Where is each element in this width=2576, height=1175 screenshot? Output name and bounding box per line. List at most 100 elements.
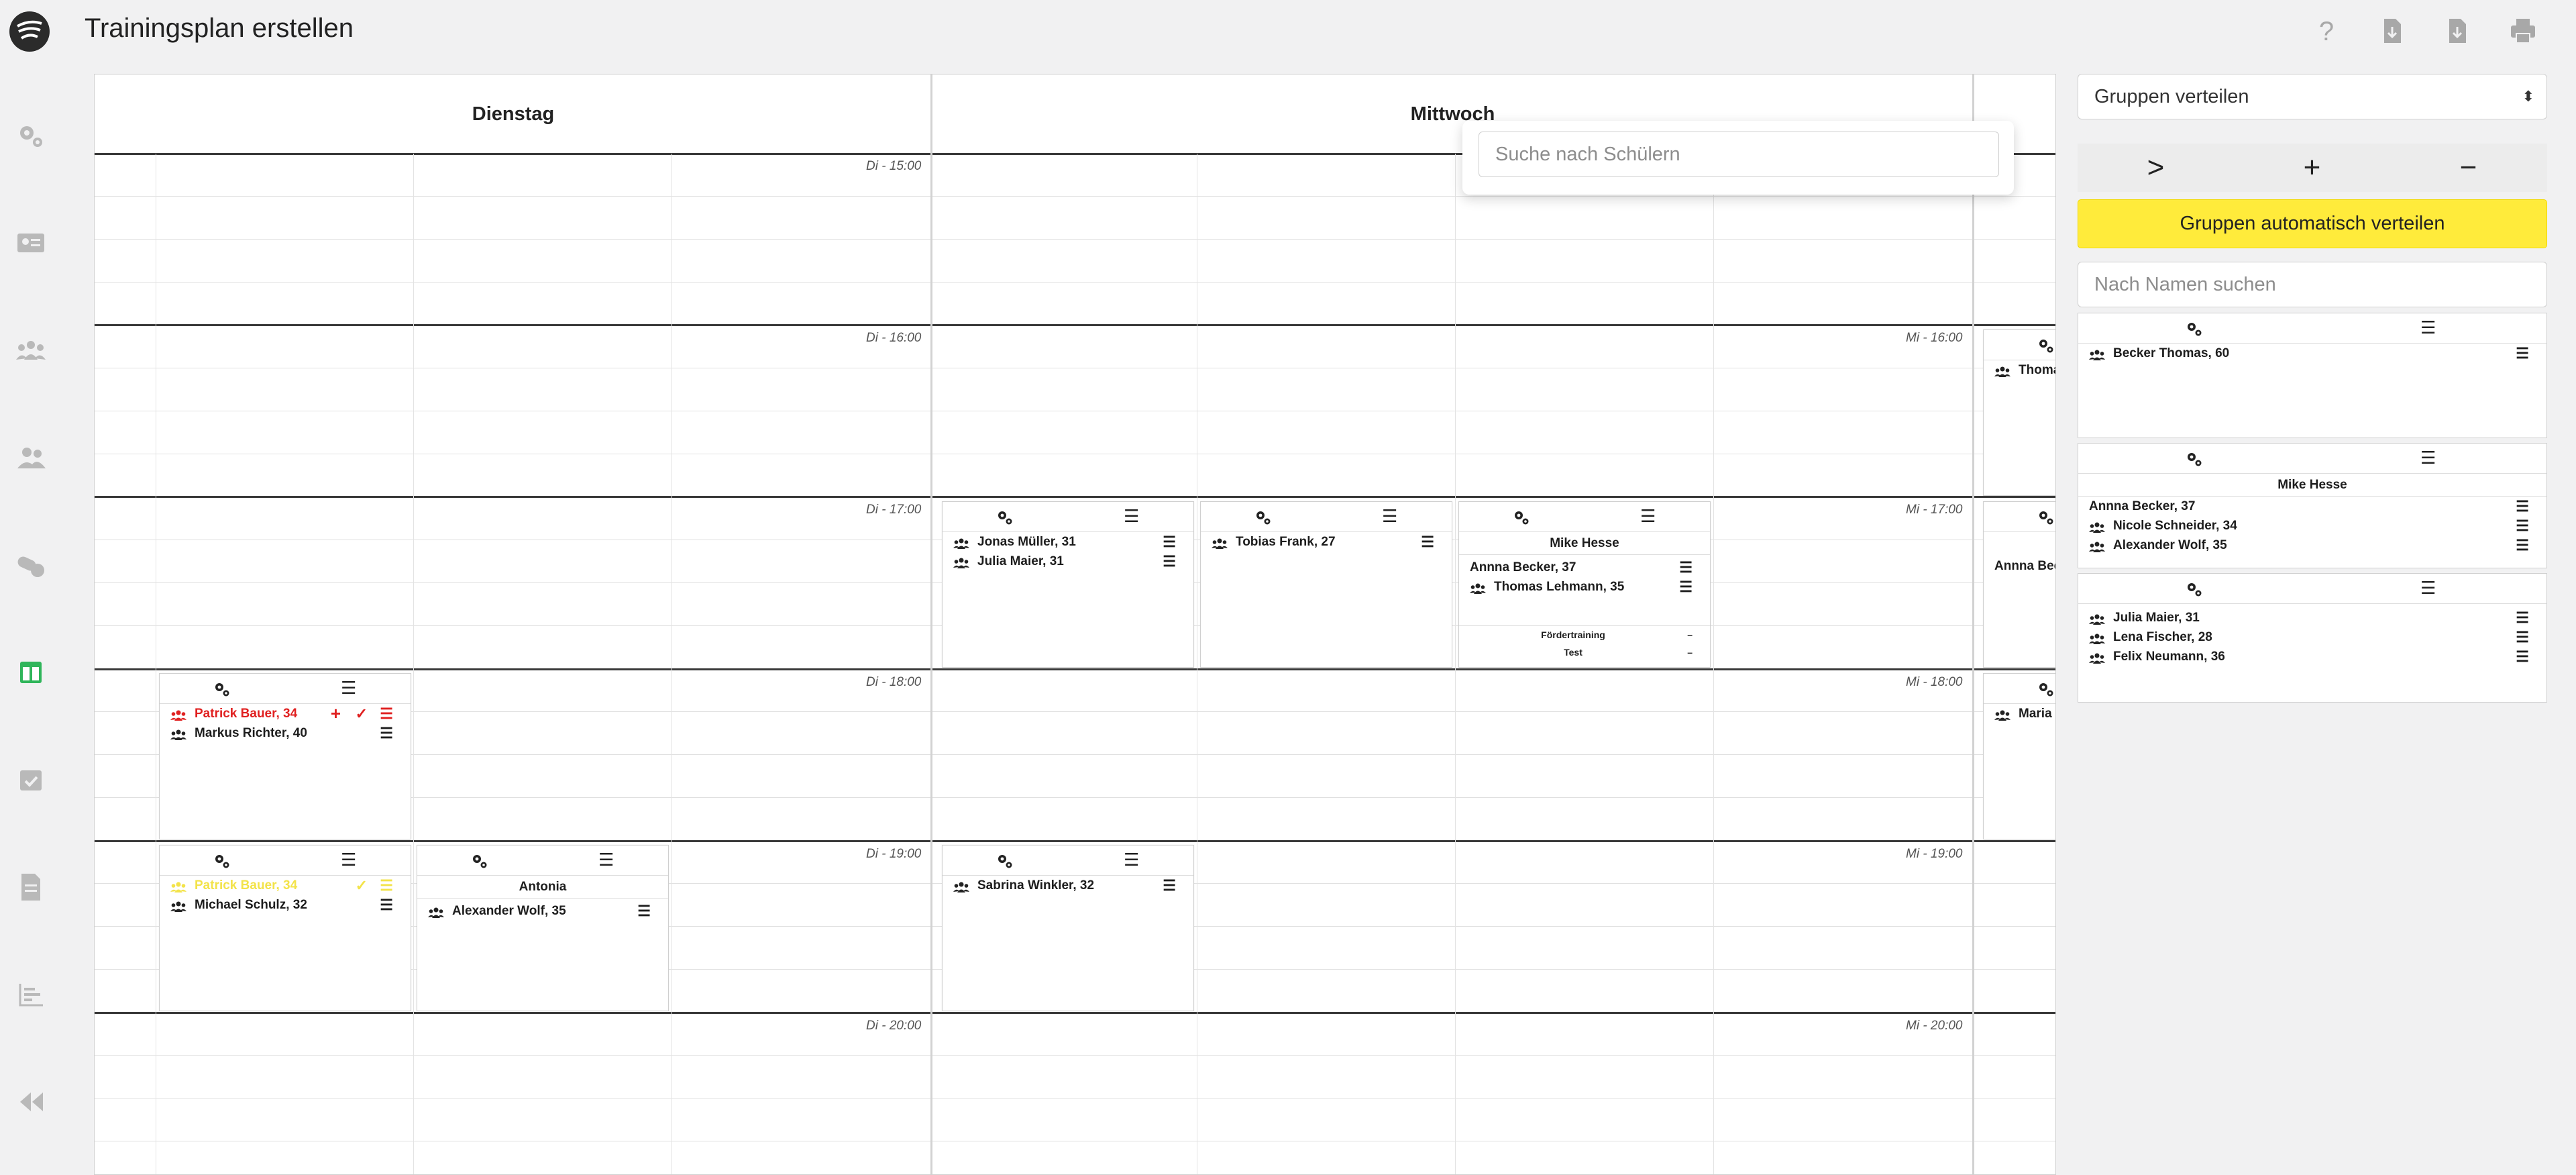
- student-row[interactable]: Julia Maier, 31 ☰: [2078, 608, 2546, 627]
- auto-distribute-button[interactable]: Gruppen automatisch verteilen: [2078, 199, 2547, 248]
- gears-icon[interactable]: [2037, 509, 2055, 526]
- student-row[interactable]: Becker Thomas, 60 ☰: [2078, 344, 2546, 363]
- student-row[interactable]: Markus Richter, 40 ☰: [160, 723, 411, 743]
- menu-icon[interactable]: ☰: [1421, 532, 1434, 552]
- extra-training-row[interactable]: Fördertraining –: [1459, 625, 1710, 644]
- student-row[interactable]: Annna Becker, 37 ☰: [2078, 497, 2546, 516]
- group-card[interactable]: ☰ Patrick Bauer, 34 + ✓ ☰ Markus Richter, 4…: [159, 673, 411, 839]
- gears-icon[interactable]: [2186, 450, 2203, 468]
- file-export-icon[interactable]: [2442, 16, 2473, 47]
- student-row[interactable]: Felix Neumann, 36 ☰: [2078, 647, 2546, 666]
- menu-icon[interactable]: ☰: [2516, 627, 2529, 647]
- group-card[interactable]: ☰ Sabrina Winkler, 32 ☰: [942, 845, 1194, 1011]
- student-row[interactable]: Alexander Wolf, 35 ☰: [2078, 535, 2546, 555]
- student-row[interactable]: Annna Bec: [1984, 556, 2055, 576]
- gears-icon[interactable]: [2186, 320, 2203, 338]
- student-row[interactable]: Jonas Müller, 31 ☰: [943, 532, 1193, 552]
- gears-icon[interactable]: [2037, 337, 2055, 354]
- student-row[interactable]: Tobias Frank, 27 ☰: [1201, 532, 1452, 552]
- app-logo[interactable]: [9, 11, 50, 52]
- file-download-icon[interactable]: [2377, 16, 2408, 47]
- student-row[interactable]: Julia Maier, 31 ☰: [943, 552, 1193, 571]
- unassigned-group-card[interactable]: ☰ Becker Thomas, 60 ☰: [2078, 313, 2547, 438]
- menu-icon[interactable]: ☰: [2420, 449, 2436, 466]
- gears-icon[interactable]: [213, 680, 231, 698]
- student-row[interactable]: Nicole Schneider, 34 ☰: [2078, 516, 2546, 535]
- gears-icon[interactable]: [996, 509, 1014, 526]
- student-row[interactable]: Maria: [1984, 704, 2055, 723]
- name-search-input[interactable]: [2078, 262, 2547, 307]
- menu-icon[interactable]: ☰: [1679, 577, 1693, 597]
- menu-icon[interactable]: ☰: [380, 876, 393, 895]
- group-card-clipped[interactable]: Maria: [1983, 673, 2055, 839]
- document-icon[interactable]: [15, 871, 47, 903]
- menu-icon[interactable]: ☰: [380, 723, 393, 743]
- group-card-clipped[interactable]: Thoma: [1983, 329, 2055, 496]
- add-icon[interactable]: +: [331, 704, 341, 723]
- menu-icon[interactable]: ☰: [1124, 507, 1139, 525]
- calendar-check-icon[interactable]: [15, 764, 47, 796]
- group-card[interactable]: ☰ Tobias Frank, 27 ☰: [1200, 501, 1452, 668]
- group-card[interactable]: ☰ Patrick Bauer, 34 ✓ ☰ Michael Schulz, 32…: [159, 845, 411, 1011]
- menu-icon[interactable]: ☰: [380, 704, 393, 723]
- menu-icon[interactable]: ☰: [1163, 532, 1176, 552]
- student-row[interactable]: Alexander Wolf, 35 ☰: [417, 901, 668, 921]
- bar-chart-icon[interactable]: [15, 978, 47, 1011]
- settings-gears-icon[interactable]: [15, 119, 47, 152]
- student-row[interactable]: Lena Fischer, 28 ☰: [2078, 627, 2546, 647]
- group-card[interactable]: ☰ Jonas Müller, 31 ☰ Julia Maier, 31 ☰: [942, 501, 1194, 668]
- menu-icon[interactable]: ☰: [1163, 876, 1176, 895]
- menu-icon[interactable]: ☰: [2516, 608, 2529, 627]
- pills-icon[interactable]: [15, 549, 47, 581]
- gears-icon[interactable]: [471, 852, 488, 870]
- gears-icon[interactable]: [1254, 509, 1272, 526]
- unassigned-group-card[interactable]: ☰ Mike Hesse Annna Becker, 37 ☰ Nicole Sc…: [2078, 443, 2547, 568]
- help-icon[interactable]: ?: [2311, 16, 2342, 47]
- id-card-icon[interactable]: [15, 227, 47, 259]
- student-row-conflict[interactable]: Patrick Bauer, 34 + ✓ ☰: [160, 704, 411, 723]
- group-card[interactable]: ☰ Antonia Alexander Wolf, 35 ☰: [417, 845, 669, 1011]
- mode-select[interactable]: Gruppen verteilen ⬍: [2078, 74, 2547, 119]
- check-icon[interactable]: ✓: [356, 876, 368, 895]
- student-row[interactable]: Thomas Lehmann, 35 ☰: [1459, 577, 1710, 597]
- menu-icon[interactable]: ☰: [2516, 516, 2529, 535]
- check-icon[interactable]: ✓: [356, 704, 368, 723]
- next-button[interactable]: >: [2078, 144, 2234, 192]
- menu-icon[interactable]: ☰: [637, 901, 651, 921]
- menu-icon[interactable]: ☰: [2420, 319, 2436, 336]
- student-row[interactable]: Michael Schulz, 32 ☰: [160, 895, 411, 915]
- print-icon[interactable]: [2508, 16, 2538, 47]
- menu-icon[interactable]: ☰: [1382, 507, 1397, 525]
- remove-button[interactable]: −: [2390, 144, 2546, 192]
- gears-icon[interactable]: [213, 852, 231, 870]
- menu-icon[interactable]: ☰: [1679, 558, 1693, 577]
- group-card[interactable]: ☰ Mike Hesse Annna Becker, 37 ☰ Thomas Le…: [1458, 501, 1711, 668]
- menu-icon[interactable]: ☰: [2516, 535, 2529, 555]
- student-row[interactable]: Annna Becker, 37 ☰: [1459, 558, 1710, 577]
- add-button[interactable]: +: [2234, 144, 2390, 192]
- student-row[interactable]: Sabrina Winkler, 32 ☰: [943, 876, 1193, 895]
- gears-icon[interactable]: [2037, 680, 2055, 698]
- menu-icon[interactable]: ☰: [2516, 344, 2529, 363]
- gears-icon[interactable]: [1513, 509, 1530, 526]
- menu-icon[interactable]: ☰: [341, 851, 356, 868]
- unassigned-group-card[interactable]: ☰ Julia Maier, 31 ☰ Lena Fischer, 28 ☰ Fel…: [2078, 573, 2547, 703]
- extra-training-row[interactable]: Test –: [1459, 644, 1710, 661]
- menu-icon[interactable]: ☰: [2420, 579, 2436, 597]
- menu-icon[interactable]: ☰: [2516, 497, 2529, 516]
- menu-icon[interactable]: ☰: [1124, 851, 1139, 868]
- menu-icon[interactable]: ☰: [380, 895, 393, 915]
- student-search-input[interactable]: [1479, 132, 1999, 177]
- gears-icon[interactable]: [2186, 580, 2203, 598]
- menu-icon[interactable]: ☰: [341, 679, 356, 697]
- student-row[interactable]: Thoma: [1984, 360, 2055, 380]
- student-row-pending[interactable]: Patrick Bauer, 34 ✓ ☰: [160, 876, 411, 895]
- gears-icon[interactable]: [996, 852, 1014, 870]
- group-card-clipped[interactable]: Annna Bec: [1983, 501, 2055, 668]
- menu-icon[interactable]: ☰: [1640, 507, 1656, 525]
- menu-icon[interactable]: ☰: [1163, 552, 1176, 571]
- table-plan-icon[interactable]: [15, 656, 47, 688]
- groups-icon[interactable]: [15, 334, 47, 366]
- collapse-icon[interactable]: [15, 1086, 47, 1118]
- menu-icon[interactable]: ☰: [598, 851, 614, 868]
